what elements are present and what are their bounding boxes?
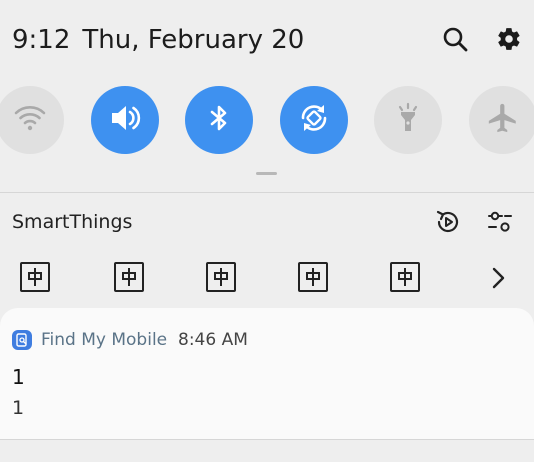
rotate-icon [295, 99, 333, 141]
device-icon[interactable] [390, 262, 420, 292]
gear-icon[interactable] [494, 24, 524, 54]
airplane-icon [486, 101, 520, 139]
notification-time: 8:46 AM [178, 330, 248, 350]
media-output-icon[interactable] [433, 207, 463, 237]
status-row: 9:12 Thu, February 20 [0, 0, 534, 80]
tune-icon[interactable] [485, 207, 515, 237]
bluetooth-toggle[interactable] [185, 86, 253, 154]
sound-toggle[interactable] [91, 86, 159, 154]
date-text[interactable]: Thu, February 20 [82, 25, 304, 55]
wifi-toggle[interactable] [0, 86, 64, 154]
search-icon[interactable] [440, 24, 470, 54]
device-icon[interactable] [206, 262, 236, 292]
notification-app-name: Find My Mobile [41, 330, 168, 350]
divider [0, 192, 534, 193]
chevron-right-icon[interactable] [484, 264, 512, 292]
notification-title: 1 [12, 365, 25, 389]
panel-drag-handle[interactable] [256, 172, 277, 175]
quick-settings-toggles [0, 86, 534, 154]
flashlight-icon [391, 101, 425, 139]
flashlight-toggle[interactable] [374, 86, 442, 154]
bluetooth-icon [202, 101, 236, 139]
auto-rotate-toggle[interactable] [280, 86, 348, 154]
airplane-mode-toggle[interactable] [469, 86, 534, 154]
smartthings-device-row [0, 262, 534, 296]
wifi-icon [12, 100, 48, 140]
device-icon[interactable] [298, 262, 328, 292]
clock-time: 9:12 [12, 25, 71, 55]
time-date: 9:12 Thu, February 20 [12, 22, 304, 58]
volume-icon [106, 99, 144, 141]
smartthings-title[interactable]: SmartThings [12, 209, 132, 235]
device-icon[interactable] [20, 262, 50, 292]
device-icon[interactable] [114, 262, 144, 292]
notification-body: 1 [12, 397, 25, 419]
panel-bottom-area [0, 440, 534, 462]
find-my-mobile-app-icon [12, 330, 32, 350]
notification-card[interactable]: Find My Mobile 8:46 AM 1 1 [0, 308, 534, 439]
